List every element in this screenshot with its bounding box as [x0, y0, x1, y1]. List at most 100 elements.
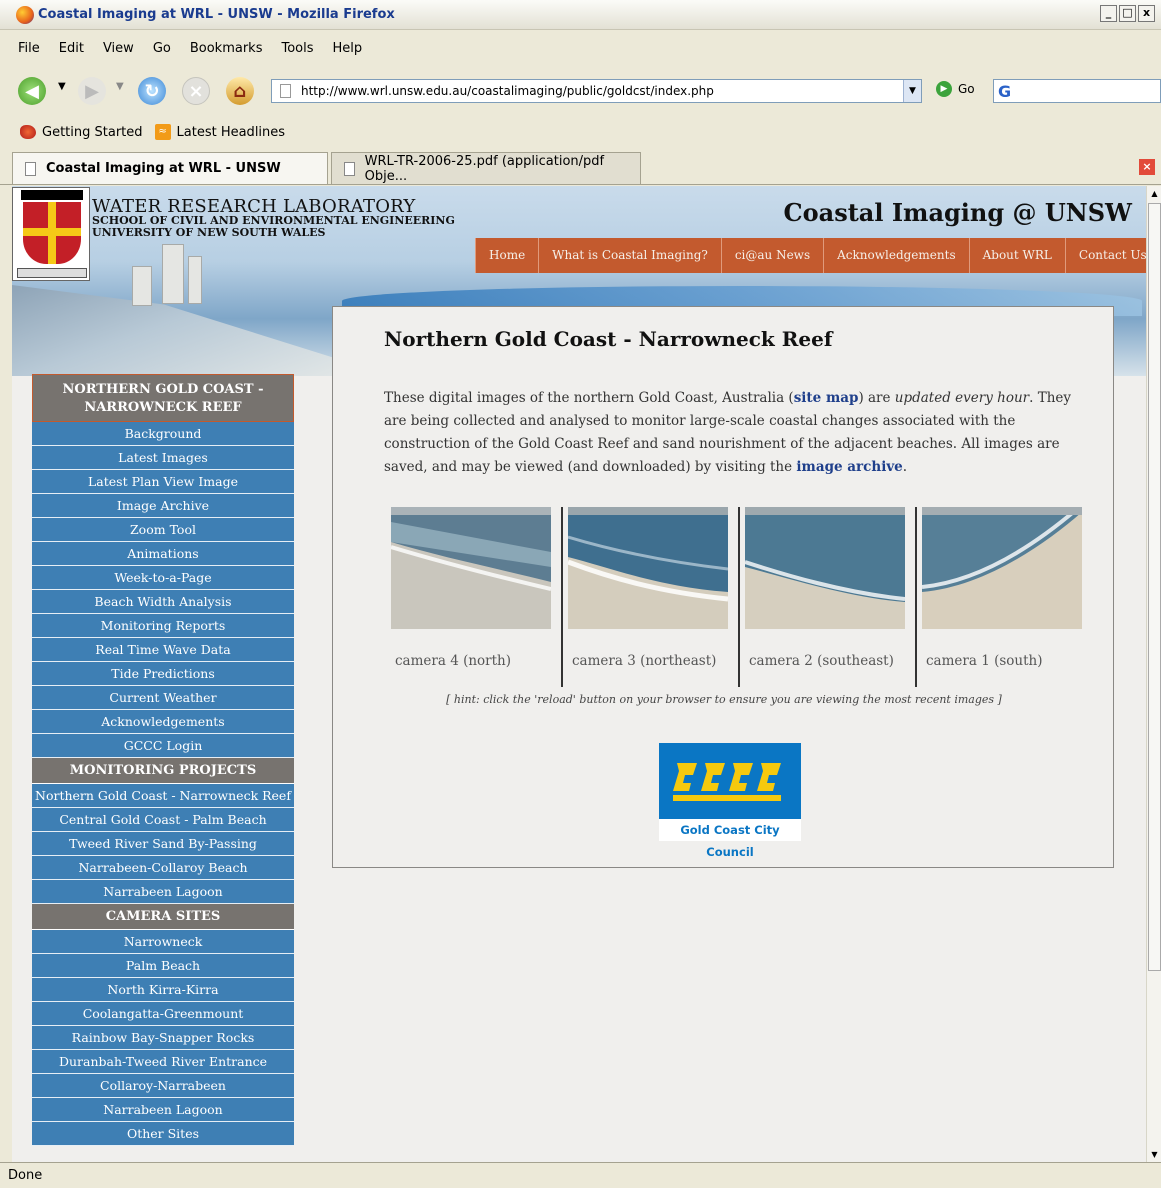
forward-dropdown-icon[interactable]: ▼: [116, 81, 124, 92]
menu-edit[interactable]: Edit: [59, 41, 84, 56]
sidebar-link[interactable]: Animations: [32, 542, 294, 566]
site-title: Coastal Imaging @ UNSW: [783, 198, 1132, 227]
sidebar-section-title: CAMERA SITES: [32, 904, 294, 930]
sidebar-link[interactable]: Collaroy-Narrabeen: [32, 1074, 294, 1098]
maximize-button[interactable]: □: [1119, 5, 1136, 22]
sidebar-link[interactable]: Rainbow Bay-Snapper Rocks: [32, 1026, 294, 1050]
url-bar[interactable]: http://www.wrl.unsw.edu.au/coastalimagin…: [271, 79, 922, 103]
tab-bar: Coastal Imaging at WRL - UNSW WRL-TR-200…: [0, 149, 1161, 185]
status-text: Done: [8, 1168, 43, 1183]
vertical-scrollbar[interactable]: ▲ ▼: [1146, 186, 1161, 1162]
sidebar-link[interactable]: Coolangatta-Greenmount: [32, 1002, 294, 1026]
window-title: Coastal Imaging at WRL - UNSW - Mozilla …: [38, 7, 395, 22]
camera-tile[interactable]: camera 4 (north): [391, 507, 567, 687]
sidebar-link[interactable]: Monitoring Reports: [32, 614, 294, 638]
menu-file[interactable]: File: [18, 41, 40, 56]
close-tab-icon[interactable]: ×: [1139, 159, 1155, 175]
top-navigation: Home What is Coastal Imaging? ci@au News…: [475, 238, 1146, 273]
page-title: Northern Gold Coast - Narrowneck Reef: [384, 327, 833, 351]
tab-label: Coastal Imaging at WRL - UNSW: [46, 161, 281, 176]
org-university: UNIVERSITY OF NEW SOUTH WALES: [92, 226, 326, 239]
nav-what-is-coastal-imaging[interactable]: What is Coastal Imaging?: [538, 238, 721, 273]
banner-building: [162, 244, 184, 304]
menu-tools[interactable]: Tools: [281, 41, 313, 56]
gccc-logo[interactable]: Gold Coast City Council: [659, 743, 801, 859]
reload-icon[interactable]: ↻: [138, 77, 166, 105]
camera-1-image[interactable]: [922, 507, 1082, 629]
intro-text: ) are: [858, 390, 895, 406]
page-viewport: WATER RESEARCH LABORATORY SCHOOL OF CIVI…: [12, 186, 1146, 1162]
intro-paragraph: These digital images of the northern Gol…: [384, 387, 1084, 479]
sidebar-link[interactable]: Narrowneck: [32, 930, 294, 954]
page-icon: [344, 161, 355, 176]
sidebar-link[interactable]: Narrabeen Lagoon: [32, 880, 294, 904]
close-window-button[interactable]: x: [1138, 5, 1155, 22]
main-content: Northern Gold Coast - Narrowneck Reef Th…: [332, 306, 1114, 868]
sidebar-link[interactable]: Week-to-a-Page: [32, 566, 294, 590]
go-icon: ▶: [936, 81, 952, 97]
unsw-crest-logo: [12, 187, 90, 281]
sidebar-link[interactable]: Latest Images: [32, 446, 294, 470]
camera-tile[interactable]: camera 1 (south): [922, 507, 1098, 687]
nav-about-wrl[interactable]: About WRL: [968, 238, 1065, 273]
sidebar-link[interactable]: Central Gold Coast - Palm Beach: [32, 808, 294, 832]
sidebar-link[interactable]: Zoom Tool: [32, 518, 294, 542]
stop-icon[interactable]: ×: [182, 77, 210, 105]
url-dropdown-icon[interactable]: ▼: [903, 80, 921, 102]
nav-home[interactable]: Home: [475, 238, 539, 273]
reload-hint: [ hint: click the 'reload' button on you…: [446, 693, 1002, 706]
gccc-logo-text: Gold Coast City Council: [659, 819, 801, 859]
menu-view[interactable]: View: [103, 41, 134, 56]
site-map-link[interactable]: site map: [794, 390, 859, 406]
go-button[interactable]: ▶ Go: [936, 81, 975, 97]
intro-emphasis: updated every hour: [894, 390, 1030, 406]
camera-3-image[interactable]: [568, 507, 728, 629]
menu-help[interactable]: Help: [333, 41, 363, 56]
back-arrow-icon[interactable]: ◀: [18, 77, 46, 105]
sidebar-link[interactable]: Other Sites: [32, 1122, 294, 1146]
sidebar-link[interactable]: GCCC Login: [32, 734, 294, 758]
sidebar-link[interactable]: Beach Width Analysis: [32, 590, 294, 614]
sidebar-link[interactable]: Acknowledgements: [32, 710, 294, 734]
camera-tile[interactable]: camera 2 (southeast): [745, 507, 921, 687]
camera-separator: [738, 507, 740, 687]
bookmark-getting-started[interactable]: Getting Started: [20, 125, 143, 140]
menu-bookmarks[interactable]: Bookmarks: [190, 41, 263, 56]
bookmark-latest-headlines[interactable]: ≈ Latest Headlines: [154, 124, 285, 140]
url-text[interactable]: http://www.wrl.unsw.edu.au/coastalimagin…: [301, 84, 714, 98]
scroll-up-icon[interactable]: ▲: [1147, 186, 1161, 201]
scroll-thumb[interactable]: [1148, 203, 1161, 971]
scroll-down-icon[interactable]: ▼: [1147, 1147, 1161, 1162]
nav-acknowledgements[interactable]: Acknowledgements: [823, 238, 969, 273]
tab-wrl-pdf[interactable]: WRL-TR-2006-25.pdf (application/pdf Obje…: [331, 152, 641, 184]
sidebar-link[interactable]: Duranbah-Tweed River Entrance: [32, 1050, 294, 1074]
sidebar-link[interactable]: Narrabeen Lagoon: [32, 1098, 294, 1122]
camera-gallery: camera 4 (north) camera 3 (northeast) ca…: [391, 507, 1091, 687]
nav-contact-us[interactable]: Contact Us: [1064, 238, 1146, 273]
sidebar-link[interactable]: North Kirra-Kirra: [32, 978, 294, 1002]
sidebar-link[interactable]: Northern Gold Coast - Narrowneck Reef: [32, 784, 294, 808]
sidebar-link[interactable]: Palm Beach: [32, 954, 294, 978]
sidebar-link[interactable]: Tweed River Sand By-Passing: [32, 832, 294, 856]
camera-4-image[interactable]: [391, 507, 551, 629]
sidebar-link[interactable]: Latest Plan View Image: [32, 470, 294, 494]
menu-go[interactable]: Go: [153, 41, 171, 56]
sidebar-link[interactable]: Current Weather: [32, 686, 294, 710]
home-icon[interactable]: ⌂: [226, 77, 254, 105]
minimize-button[interactable]: _: [1100, 5, 1117, 22]
image-archive-link[interactable]: image archive: [796, 459, 902, 475]
back-dropdown-icon[interactable]: ▼: [58, 81, 66, 92]
camera-tile[interactable]: camera 3 (northeast): [568, 507, 744, 687]
search-input[interactable]: G: [993, 79, 1161, 103]
sidebar-link[interactable]: Image Archive: [32, 494, 294, 518]
sidebar-link[interactable]: Background: [32, 422, 294, 446]
sidebar-link[interactable]: Tide Predictions: [32, 662, 294, 686]
sidebar-link[interactable]: Real Time Wave Data: [32, 638, 294, 662]
forward-arrow-icon[interactable]: ▶: [78, 77, 106, 105]
camera-label: camera 3 (northeast): [572, 653, 717, 669]
sidebar-link[interactable]: Narrabeen-Collaroy Beach: [32, 856, 294, 880]
camera-2-image[interactable]: [745, 507, 905, 629]
bookmarks-toolbar: Getting Started ≈ Latest Headlines: [0, 115, 1161, 149]
nav-news[interactable]: ci@au News: [720, 238, 824, 273]
tab-coastal-imaging[interactable]: Coastal Imaging at WRL - UNSW: [12, 152, 328, 184]
